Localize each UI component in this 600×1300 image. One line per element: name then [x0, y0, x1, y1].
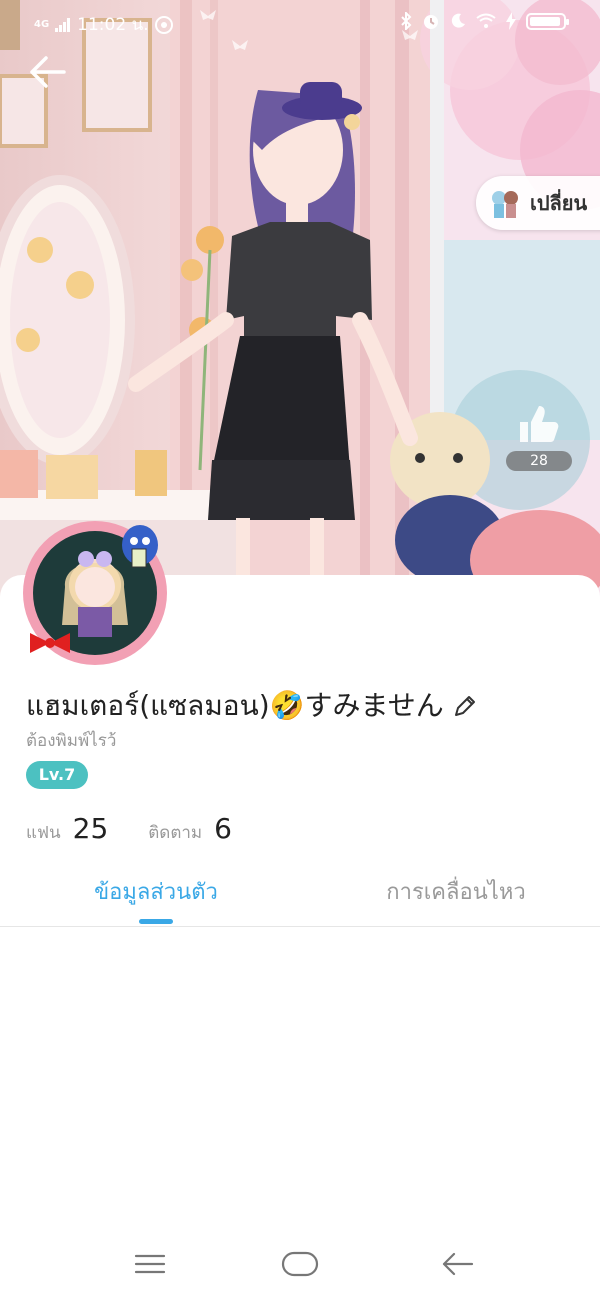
active-tab-indicator	[139, 919, 173, 924]
profile-tabs: ข้อมูลส่วนตัว การเคลื่อนไหว	[0, 860, 600, 927]
chrome-icon	[154, 15, 173, 34]
following-count[interactable]: 6	[214, 812, 232, 845]
status-time: 11:02 น.	[77, 15, 149, 35]
avatar[interactable]	[20, 515, 170, 665]
battery-icon	[526, 12, 569, 30]
room-background	[0, 0, 600, 600]
arrow-left-icon[interactable]	[26, 52, 70, 92]
level-badge: Lv.7	[26, 761, 88, 789]
follow-stats: แฟน 25 ติดตาม 6	[26, 812, 232, 846]
alarm-icon	[424, 15, 438, 29]
profile-signature: ต้องพิมพ์ไรว้	[26, 731, 117, 751]
fans-label[interactable]: แฟน	[26, 819, 61, 846]
character-showcase: 4G 11:02 น. เปลี่ยน 28	[0, 0, 600, 600]
outfit-thumbnail-icon	[492, 191, 518, 218]
fans-count[interactable]: 25	[73, 812, 109, 845]
change-outfit-label: เปลี่ยน	[530, 191, 588, 215]
pencil-icon[interactable]	[452, 693, 478, 719]
battery-fill	[530, 16, 561, 26]
tab-activity[interactable]: การเคลื่อนไหว	[306, 874, 600, 909]
signal-icon	[55, 17, 71, 32]
bluetooth-icon	[401, 12, 412, 30]
username: แฮมเตอร์(แซลมอน)🤣すみません	[26, 689, 444, 722]
tab-personal-info[interactable]: ข้อมูลส่วนตัว	[6, 874, 306, 909]
network-indicator: 4G	[34, 18, 50, 30]
wifi-icon	[476, 13, 496, 28]
system-navigation-bar	[0, 1230, 600, 1300]
like-count: 28	[506, 451, 572, 471]
home-icon[interactable]	[280, 1248, 320, 1280]
nav-back-icon[interactable]	[438, 1248, 478, 1280]
menu-icon[interactable]	[130, 1248, 170, 1280]
moon-icon	[451, 13, 465, 28]
charging-icon	[506, 12, 516, 30]
status-bar: 4G 11:02 น.	[0, 0, 600, 44]
username-row: แฮมเตอร์(แซลมอน)🤣すみません	[26, 684, 478, 728]
following-label[interactable]: ติดตาม	[148, 819, 202, 846]
change-outfit-button[interactable]: เปลี่ยน	[476, 176, 600, 230]
